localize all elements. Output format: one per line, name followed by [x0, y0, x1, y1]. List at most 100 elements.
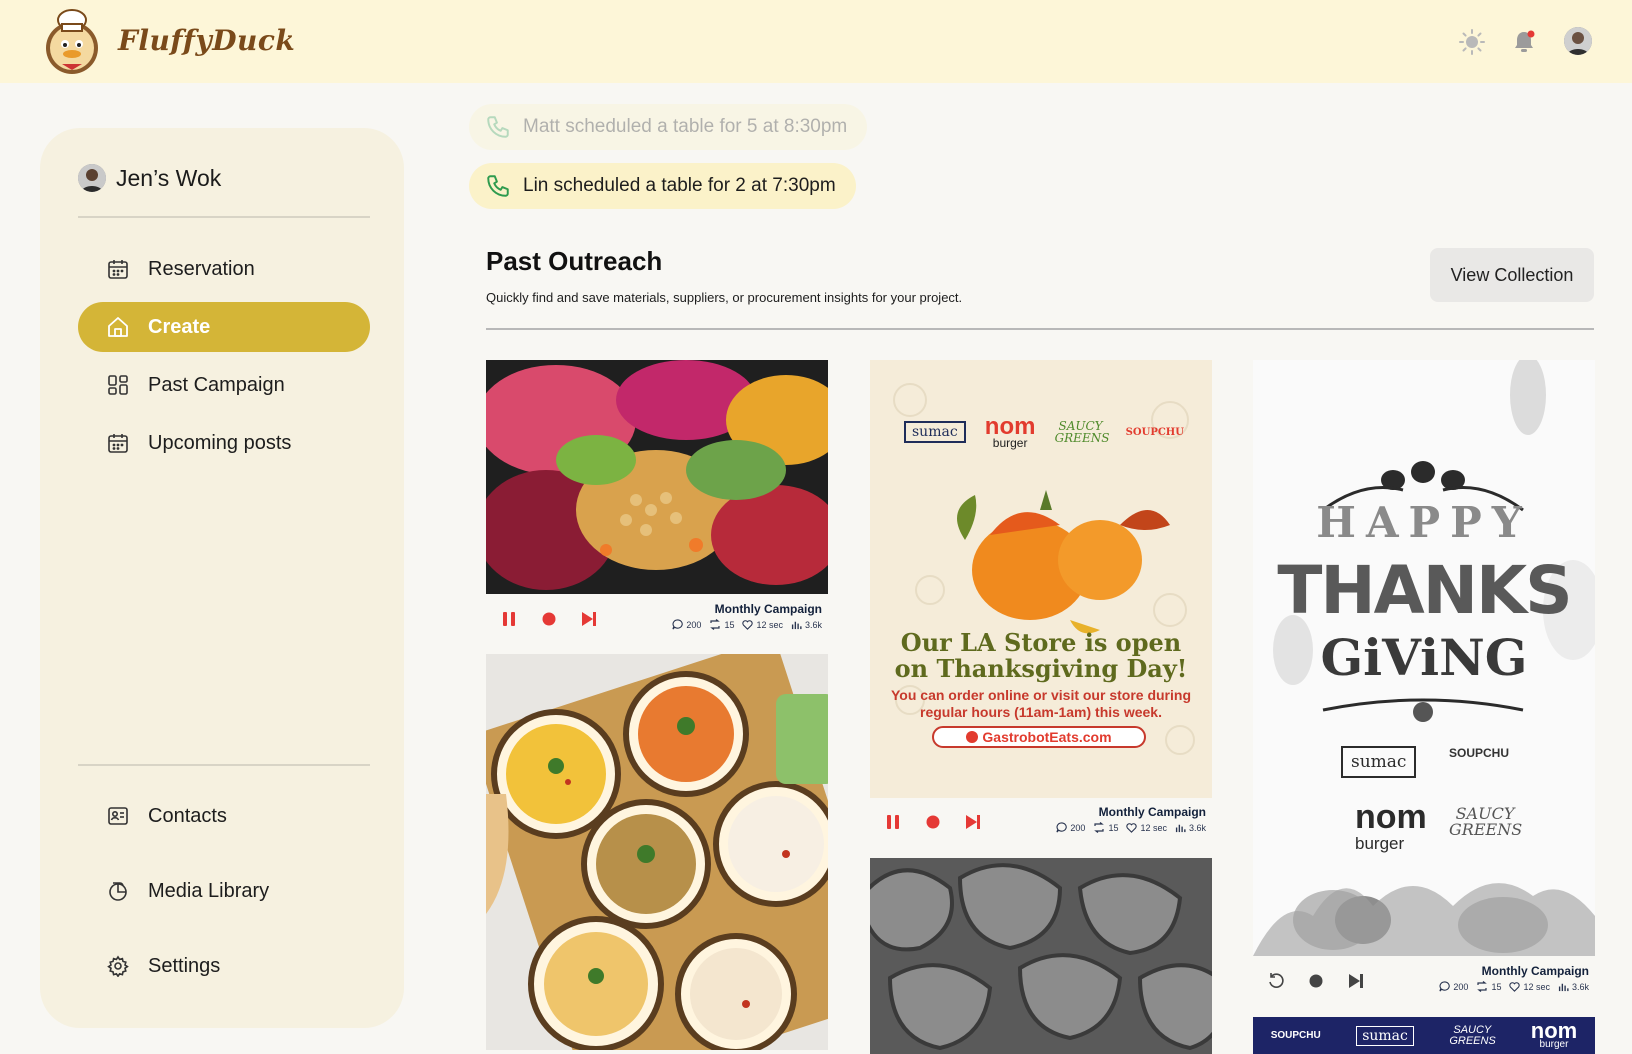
- heart-icon: [742, 620, 754, 630]
- sidebar-item-label: Reservation: [148, 257, 255, 280]
- bar-chart-icon: [1175, 824, 1186, 833]
- record-icon[interactable]: [1307, 972, 1325, 990]
- heart-icon: [1509, 982, 1521, 992]
- poster-body-1: You can order online or visit our store …: [891, 687, 1191, 703]
- bar-chart-icon: [791, 621, 802, 630]
- likes-stat: 12 sec: [1509, 981, 1550, 992]
- business-avatar: [78, 164, 106, 192]
- card-meta: Monthly Campaign 200 15 12 sec 3.6k: [1253, 964, 1595, 1004]
- reposts-stat: 15: [1093, 822, 1118, 833]
- comments-count: 200: [686, 619, 702, 630]
- reposts-count: 15: [1108, 822, 1119, 833]
- grid-icon: [106, 373, 130, 397]
- skip-next-icon[interactable]: [964, 813, 982, 831]
- brand-burger: burger: [1355, 834, 1405, 853]
- likes-count: 12 sec: [756, 619, 783, 630]
- reposts-stat: 15: [709, 619, 734, 630]
- salad-photo[interactable]: [486, 360, 828, 594]
- robot-icon: [966, 731, 979, 743]
- home-icon: [106, 315, 130, 339]
- section-title: Past Outreach: [486, 246, 663, 276]
- replay-icon[interactable]: [1267, 972, 1285, 990]
- brand-sumac: sumac: [1356, 1025, 1414, 1046]
- business-header[interactable]: Jen’s Wok: [78, 164, 221, 192]
- sidebar-item-label: Contacts: [148, 804, 227, 827]
- sun-icon[interactable]: [1456, 26, 1488, 58]
- phone-icon: [487, 175, 509, 197]
- card-meta: Monthly Campaign 200 15 12 sec 3.6k: [486, 602, 828, 642]
- comment-icon: [1056, 822, 1068, 833]
- notification-toast[interactable]: Matt scheduled a table for 5 at 8:30pm: [469, 104, 868, 150]
- comments-count: 200: [1453, 981, 1469, 992]
- contact-card-icon: [106, 804, 130, 828]
- brand-saucy-greens: SAUCY GREENS: [1449, 1023, 1496, 1047]
- views-stat: 3.6k: [1175, 822, 1206, 833]
- happy-thanksgiving-poster[interactable]: HAPPY THANKS GiViNG sumac SOUPCHU nom bu…: [1253, 360, 1595, 956]
- sidebar-divider: [78, 764, 370, 766]
- sidebar-item-label: Create: [148, 315, 211, 338]
- brand-soupchu: SOUPCHU: [1270, 1030, 1321, 1041]
- views-stat: 3.6k: [1558, 981, 1589, 992]
- sidebar-item-label: Settings: [148, 954, 221, 977]
- duck-chef-logo-icon[interactable]: [40, 8, 104, 76]
- sidebar-item-settings[interactable]: Settings: [78, 941, 370, 991]
- poster-brand-grid: sumac SOUPCHU nom burger SAUCY GREENS: [1341, 746, 1541, 866]
- sidebar-item-contacts[interactable]: Contacts: [78, 791, 370, 841]
- reposts-count: 15: [724, 619, 735, 630]
- repost-icon: [1477, 981, 1488, 992]
- user-avatar[interactable]: [1564, 27, 1592, 55]
- thanks-line: THANKS: [1277, 552, 1572, 629]
- comments-stat: 200: [1439, 981, 1468, 992]
- sidebar-divider: [78, 216, 370, 218]
- calendar-icon: [106, 431, 130, 455]
- reposts-count: 15: [1491, 981, 1502, 992]
- notification-toast[interactable]: Lin scheduled a table for 2 at 7:30pm: [469, 163, 856, 209]
- sidebar-item-label: Upcoming posts: [148, 431, 292, 454]
- pause-icon[interactable]: [500, 610, 518, 628]
- notification-text: Matt scheduled a table for 5 at 8:30pm: [523, 116, 848, 137]
- repost-icon: [1094, 822, 1105, 833]
- business-name: Jen’s Wok: [116, 164, 222, 191]
- record-icon[interactable]: [924, 813, 942, 831]
- brand-nom: nom: [1530, 1017, 1578, 1043]
- record-icon[interactable]: [540, 610, 558, 628]
- sidebar-item-create[interactable]: Create: [78, 302, 370, 352]
- sidebar-item-reservation[interactable]: Reservation: [78, 244, 370, 294]
- brand-burger: burger: [992, 435, 1028, 450]
- view-collection-button[interactable]: View Collection: [1430, 248, 1594, 302]
- pastry-photo[interactable]: [870, 858, 1212, 1054]
- brand-name: FluffyDuck: [118, 24, 296, 57]
- views-stat: 3.6k: [791, 619, 822, 630]
- brand-strip-poster[interactable]: SOUPCHU sumac SAUCY GREENS nom burger: [1253, 1017, 1595, 1054]
- views-count: 3.6k: [804, 619, 822, 630]
- brand-saucy-greens: SAUCY GREENS: [1449, 804, 1523, 839]
- brand-nom: nom: [984, 413, 1036, 440]
- brand-soupchu: SOUPCHU: [1125, 426, 1184, 438]
- views-count: 3.6k: [1571, 981, 1589, 992]
- media-icon: [106, 879, 130, 903]
- dips-photo[interactable]: [486, 654, 828, 1050]
- poster-brand-row: sumac nom burger SAUCY GREENS SOUPCHU: [904, 413, 1184, 450]
- giving-line: GiViNG: [1320, 628, 1528, 687]
- sidebar-item-label: Media Library: [148, 879, 270, 902]
- brand-sumac: sumac: [1341, 746, 1417, 778]
- heart-icon: [1126, 823, 1138, 833]
- section-divider: [486, 328, 1594, 330]
- sidebar-item-past-campaign[interactable]: Past Campaign: [78, 360, 370, 410]
- skip-next-icon[interactable]: [1347, 972, 1365, 990]
- repost-icon: [710, 619, 721, 630]
- comment-icon: [672, 619, 684, 630]
- skip-next-icon[interactable]: [580, 610, 598, 628]
- views-count: 3.6k: [1188, 822, 1206, 833]
- poster-headline-1: Our LA Store is open: [900, 628, 1182, 657]
- card-meta: Monthly Campaign 200 15 12 sec 3.6k: [870, 805, 1212, 845]
- thanksgiving-store-poster[interactable]: sumac nom burger SAUCY GREENS SOUPCHU Ou…: [870, 360, 1212, 798]
- sidebar-item-media-library[interactable]: Media Library: [78, 866, 370, 916]
- phone-icon: [487, 116, 509, 138]
- sidebar-item-upcoming-posts[interactable]: Upcoming posts: [78, 418, 370, 468]
- pause-icon[interactable]: [884, 813, 902, 831]
- brand-soupchu: SOUPCHU: [1449, 746, 1510, 760]
- bell-icon[interactable]: [1508, 26, 1540, 58]
- poster-body-2: regular hours (11am-1am) this week.: [920, 704, 1162, 720]
- campaign-label: Monthly Campaign: [1098, 805, 1206, 819]
